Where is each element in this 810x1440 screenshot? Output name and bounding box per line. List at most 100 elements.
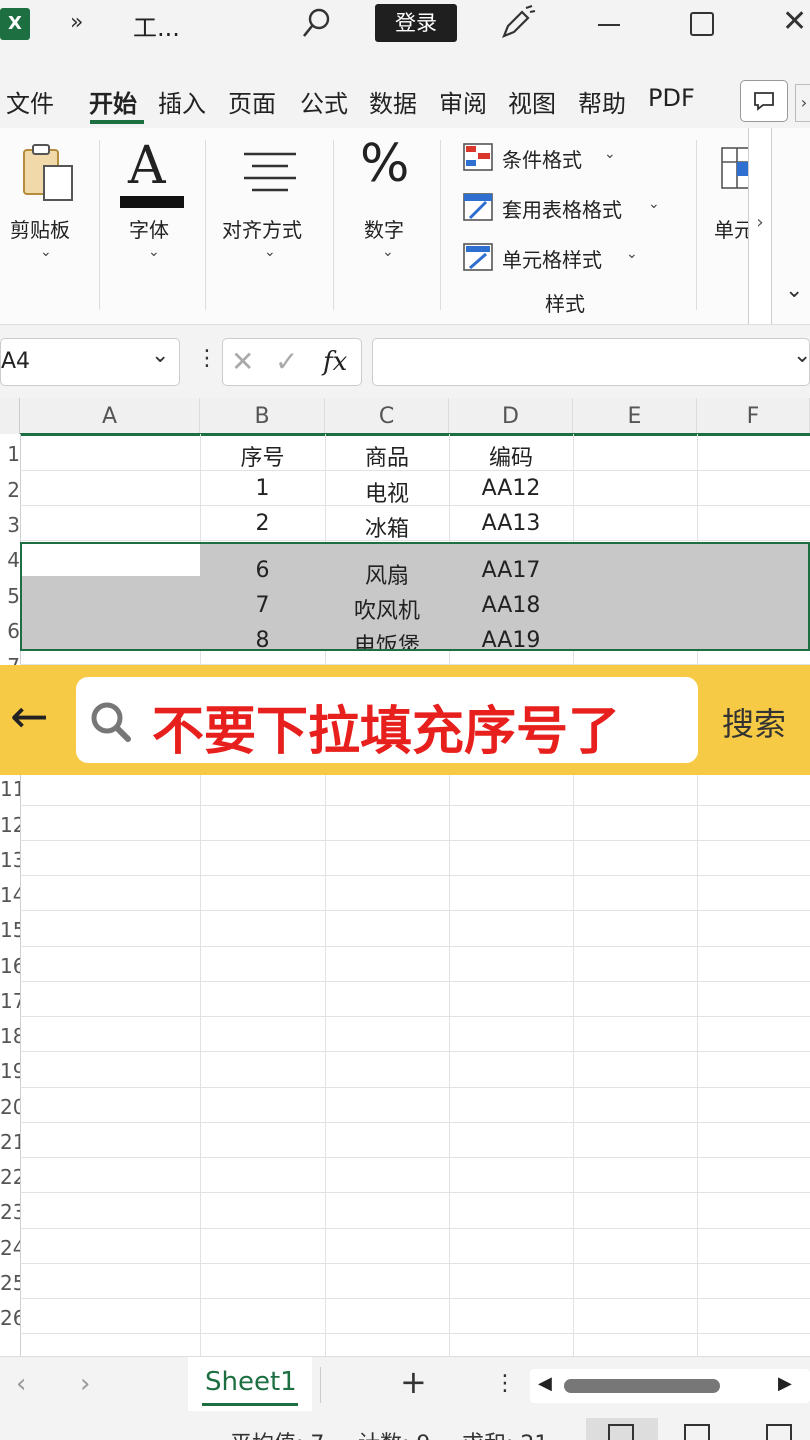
cell-c6[interactable]: 电饭煲 bbox=[325, 628, 449, 649]
tab-file[interactable]: 文件 bbox=[6, 84, 54, 119]
cell-b1[interactable]: 序号 bbox=[200, 440, 325, 472]
row-header[interactable]: 11 bbox=[0, 777, 20, 813]
row-header[interactable]: 17 bbox=[0, 989, 20, 1024]
conditional-format-button[interactable]: 条件格式 ⌄ bbox=[462, 140, 662, 178]
close-button[interactable]: ✕ bbox=[782, 4, 807, 39]
comments-button[interactable] bbox=[740, 80, 788, 122]
scroll-left-icon[interactable]: ◀ bbox=[538, 1373, 552, 1394]
cell-c2[interactable]: 电视 bbox=[325, 476, 449, 508]
horizontal-scrollbar[interactable]: ◀ ▶ bbox=[530, 1369, 810, 1403]
ribbon-scroll-right[interactable]: › bbox=[748, 128, 772, 324]
tab-help[interactable]: 帮助 bbox=[578, 84, 626, 119]
prev-sheet-icon[interactable]: ‹ bbox=[16, 1369, 26, 1399]
font-button[interactable]: A 字体 ⌄ bbox=[108, 136, 200, 268]
back-arrow-icon[interactable]: ← bbox=[10, 689, 49, 743]
row-header[interactable]: 6 bbox=[0, 619, 20, 654]
cell-c5[interactable]: 吹风机 bbox=[325, 593, 449, 625]
row-header[interactable]: 23 bbox=[0, 1200, 20, 1236]
add-sheet-button[interactable]: + bbox=[400, 1363, 427, 1401]
cell-d5[interactable]: AA18 bbox=[449, 593, 573, 618]
column-header-d[interactable]: D bbox=[449, 398, 573, 434]
cell-b5[interactable]: 7 bbox=[200, 593, 325, 618]
column-header-b[interactable]: B bbox=[200, 398, 325, 434]
search-icon[interactable] bbox=[300, 6, 334, 40]
cell-d2[interactable]: AA12 bbox=[449, 476, 573, 501]
cell-c4[interactable]: 风扇 bbox=[325, 558, 449, 590]
tab-data[interactable]: 数据 bbox=[369, 84, 417, 119]
row-header[interactable]: 20 bbox=[0, 1095, 20, 1130]
select-all-corner[interactable] bbox=[0, 398, 20, 434]
scroll-right-icon[interactable]: › bbox=[795, 84, 810, 122]
row-header[interactable]: 2 bbox=[0, 478, 20, 513]
row-header[interactable]: 16 bbox=[0, 954, 20, 989]
search-button[interactable]: 搜索 bbox=[722, 699, 786, 745]
row-header[interactable]: 3 bbox=[0, 513, 20, 548]
cell-b3[interactable]: 2 bbox=[200, 511, 325, 536]
clipboard-button[interactable]: 剪贴板 ⌄ bbox=[0, 138, 95, 268]
cell-d1[interactable]: 编码 bbox=[449, 440, 573, 472]
alignment-button[interactable]: 对齐方式 ⌄ bbox=[212, 138, 330, 268]
cell-c3[interactable]: 冰箱 bbox=[325, 511, 449, 543]
tab-review[interactable]: 审阅 bbox=[439, 84, 487, 119]
tab-formulas[interactable]: 公式 bbox=[300, 84, 348, 119]
more-options-icon[interactable]: ⋮ bbox=[196, 346, 218, 371]
tab-page-layout[interactable]: 页面 bbox=[228, 84, 276, 119]
row-header[interactable]: 25 bbox=[0, 1271, 20, 1306]
row-header[interactable]: 15 bbox=[0, 918, 20, 954]
column-header-e[interactable]: E bbox=[573, 398, 697, 434]
search-input[interactable]: 不要下拉填充序号了 bbox=[76, 677, 698, 763]
cell-style-button[interactable]: 单元格样式 ⌄ bbox=[462, 240, 662, 278]
ribbon-expand-icon[interactable]: ⌄ bbox=[785, 278, 803, 303]
spreadsheet-grid[interactable]: A B C D E F 1234567891011121314151617181… bbox=[0, 398, 810, 1356]
function-icon[interactable]: fx bbox=[323, 347, 347, 377]
login-button[interactable]: 登录 bbox=[375, 4, 457, 42]
more-options-icon[interactable]: ⋮ bbox=[494, 1371, 516, 1396]
scrollbar-thumb[interactable] bbox=[564, 1379, 720, 1393]
page-break-view-button[interactable] bbox=[760, 1418, 800, 1440]
more-icon[interactable]: » bbox=[70, 10, 83, 35]
cancel-icon[interactable]: ✕ bbox=[231, 345, 254, 378]
page-layout-view-button[interactable] bbox=[676, 1418, 716, 1440]
pen-icon[interactable] bbox=[498, 4, 538, 42]
active-cell[interactable] bbox=[22, 544, 200, 576]
formula-input[interactable]: ⌄ bbox=[372, 338, 810, 386]
row-header[interactable]: 18 bbox=[0, 1024, 20, 1059]
number-button[interactable]: % 数字 ⌄ bbox=[340, 134, 435, 268]
chevron-down-icon[interactable]: ⌄ bbox=[151, 343, 169, 368]
normal-view-button[interactable] bbox=[586, 1418, 658, 1440]
cell-c1[interactable]: 商品 bbox=[325, 440, 449, 472]
row-header[interactable]: 22 bbox=[0, 1165, 20, 1200]
name-box[interactable]: A4 ⌄ bbox=[0, 338, 180, 386]
scroll-right-icon[interactable]: ▶ bbox=[778, 1373, 792, 1394]
maximize-button[interactable] bbox=[690, 12, 714, 36]
row-header[interactable]: 21 bbox=[0, 1130, 20, 1165]
chevron-down-icon[interactable]: ⌄ bbox=[793, 343, 810, 368]
cell-b6[interactable]: 8 bbox=[200, 628, 325, 649]
tab-insert[interactable]: 插入 bbox=[158, 84, 206, 119]
table-format-button[interactable]: 套用表格格式 ⌄ bbox=[462, 190, 682, 228]
next-sheet-icon[interactable]: › bbox=[80, 1369, 90, 1399]
row-header[interactable]: 14 bbox=[0, 883, 20, 918]
cell-d3[interactable]: AA13 bbox=[449, 511, 573, 536]
cell-d6[interactable]: AA19 bbox=[449, 628, 573, 649]
row-header[interactable]: 12 bbox=[0, 813, 20, 848]
column-header-a[interactable]: A bbox=[20, 398, 200, 434]
tab-view[interactable]: 视图 bbox=[508, 84, 556, 119]
row-header[interactable]: 24 bbox=[0, 1236, 20, 1271]
cell-b4[interactable]: 6 bbox=[200, 558, 325, 583]
tab-pdf[interactable]: PDF bbox=[648, 84, 695, 112]
tab-home[interactable]: 开始 bbox=[89, 84, 137, 119]
row-header[interactable]: 1 bbox=[0, 442, 20, 478]
confirm-icon[interactable]: ✓ bbox=[275, 345, 298, 378]
minimize-button[interactable] bbox=[598, 24, 620, 26]
cell-d4[interactable]: AA17 bbox=[449, 558, 573, 583]
row-header[interactable]: 26 bbox=[0, 1306, 20, 1341]
row-header[interactable]: 19 bbox=[0, 1059, 20, 1095]
row-header[interactable]: 4 bbox=[0, 548, 20, 584]
column-header-c[interactable]: C bbox=[325, 398, 449, 434]
column-header-f[interactable]: F bbox=[697, 398, 810, 434]
cell-b2[interactable]: 1 bbox=[200, 476, 325, 501]
sheet-tab-active[interactable]: Sheet1 bbox=[188, 1357, 312, 1411]
row-header[interactable]: 13 bbox=[0, 848, 20, 883]
row-header[interactable]: 5 bbox=[0, 584, 20, 619]
